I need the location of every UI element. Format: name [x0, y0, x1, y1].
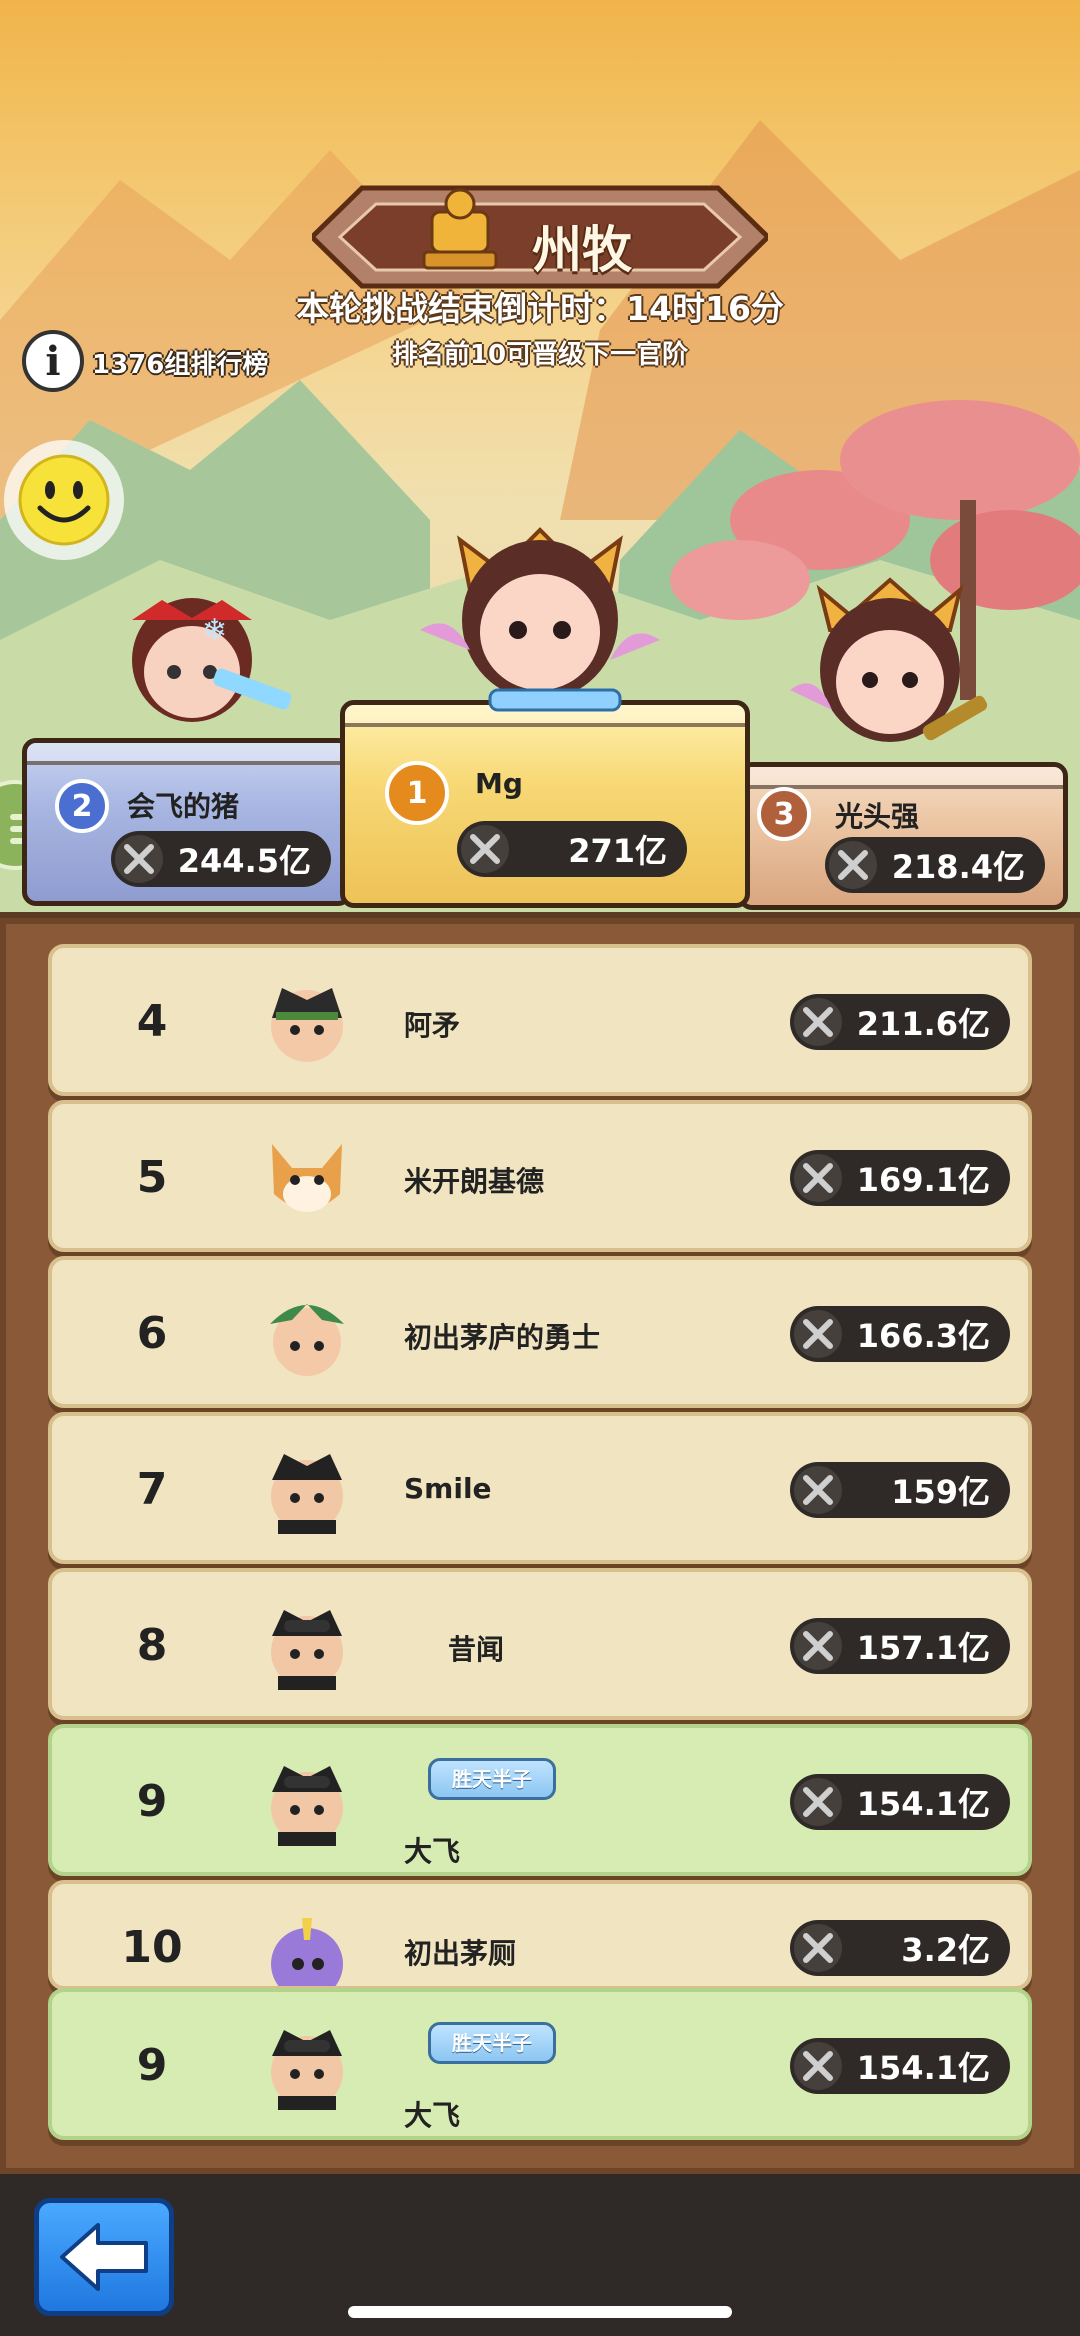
- power-pill: 154.1亿: [790, 2038, 1010, 2094]
- power-pill: 271亿: [457, 821, 687, 877]
- ranking-row[interactable]: 6 初出茅庐的勇士 166.3亿: [48, 1256, 1032, 1408]
- crossed-swords-icon: [794, 1466, 842, 1514]
- power-value: 157.1亿: [856, 1629, 990, 1667]
- rank-title: 州牧: [532, 221, 632, 279]
- countdown-text: 本轮挑战结束倒计时：14时16分: [296, 289, 784, 328]
- back-button[interactable]: [34, 2198, 174, 2316]
- podium-rank-3[interactable]: 3 光头强 218.4亿: [738, 762, 1068, 910]
- player-name: 会飞的猪: [127, 790, 240, 823]
- player-avatar: [271, 1918, 343, 1986]
- crossed-swords-icon: [794, 998, 842, 1046]
- crossed-swords-icon: [794, 1924, 842, 1972]
- power-pill: 244.5亿: [111, 831, 331, 887]
- power-value: 166.3亿: [856, 1317, 990, 1355]
- power-pill: 154.1亿: [790, 1774, 1010, 1830]
- rank-number: 6: [136, 1308, 168, 1359]
- power-value: 154.1亿: [856, 1785, 990, 1823]
- power-value: 271亿: [568, 832, 667, 870]
- crossed-swords-icon: [115, 835, 163, 883]
- character-rank-1: [420, 527, 660, 712]
- info-icon[interactable]: i: [22, 330, 84, 392]
- rank-number: 7: [136, 1464, 168, 1515]
- rank-number: 5: [136, 1152, 168, 1203]
- rank-number: 10: [121, 1922, 183, 1973]
- power-value: 154.1亿: [856, 2049, 990, 2087]
- crossed-swords-icon: [794, 1778, 842, 1826]
- rank-title-plaque: 州牧: [308, 182, 772, 292]
- power-value: 211.6亿: [856, 1005, 990, 1043]
- player-avatar: [271, 1610, 343, 1690]
- power-value: 3.2亿: [901, 1931, 990, 1969]
- power-value: 169.1亿: [856, 1161, 990, 1199]
- power-pill: 3.2亿: [790, 1920, 1010, 1976]
- player-name: 初出茅庐的勇士: [404, 1321, 601, 1354]
- player-name: 初出茅厕: [404, 1937, 517, 1970]
- rank-medal-3: 3: [757, 787, 811, 841]
- player-avatar: [271, 1454, 343, 1534]
- power-pill: 211.6亿: [790, 994, 1010, 1050]
- crossed-swords-icon: [794, 2042, 842, 2090]
- rank-number: 8: [136, 1620, 168, 1671]
- ranking-list[interactable]: 4 阿矛 211.6亿 5 米开朗基德 169.1亿 6 初出茅庐的勇士 166…: [0, 912, 1080, 2174]
- player-name: 阿矛: [404, 1009, 461, 1042]
- power-pill: 166.3亿: [790, 1306, 1010, 1362]
- ranking-row[interactable]: 7 Smile 159亿: [48, 1412, 1032, 1564]
- home-indicator[interactable]: [348, 2306, 732, 2318]
- back-arrow-icon: [60, 2223, 148, 2291]
- player-name: 米开朗基德: [404, 1165, 545, 1198]
- power-value: 244.5亿: [177, 842, 311, 880]
- ranking-row[interactable]: 10 初出茅厕 3.2亿: [48, 1880, 1032, 1990]
- power-pill: 169.1亿: [790, 1150, 1010, 1206]
- rank-number: 4: [136, 996, 168, 1047]
- svg-text:❄: ❄: [202, 613, 227, 648]
- power-value: 159亿: [891, 1473, 990, 1511]
- player-name: Mg: [475, 767, 523, 800]
- player-name: 昔闻: [448, 1633, 505, 1666]
- player-avatar: [271, 988, 343, 1062]
- crossed-swords-icon: [829, 841, 877, 889]
- player-name: Smile: [404, 1472, 492, 1505]
- smiley-icon[interactable]: [4, 440, 124, 560]
- rank-medal-2: 2: [55, 779, 109, 833]
- rank-number: 9: [136, 1776, 168, 1827]
- title-badge: 胜天半子: [428, 2022, 556, 2064]
- player-name: 光头强: [835, 800, 920, 833]
- ranking-row[interactable]: 5 米开朗基德 169.1亿: [48, 1100, 1032, 1252]
- power-pill: 157.1亿: [790, 1618, 1010, 1674]
- ranking-row[interactable]: 8 昔闻 157.1亿: [48, 1568, 1032, 1720]
- title-badge: 胜天半子: [428, 1758, 556, 1800]
- rank-number: 9: [136, 2040, 168, 2091]
- player-avatar: [272, 1144, 342, 1212]
- player-avatar: [270, 1304, 344, 1376]
- player-avatar: [271, 2030, 343, 2110]
- bottom-bar: [0, 2174, 1080, 2336]
- power-pill: 159亿: [790, 1462, 1010, 1518]
- power-pill: 218.4亿: [825, 837, 1045, 893]
- crossed-swords-icon: [794, 1622, 842, 1670]
- podium-scene: 州牧 本轮挑战结束倒计时：14时16分 排名前10可晋级下一官阶 i 1376组…: [0, 0, 1080, 920]
- ranking-row[interactable]: 4 阿矛 211.6亿: [48, 944, 1032, 1096]
- podium-rank-2[interactable]: 2 会飞的猪 244.5亿: [22, 738, 352, 906]
- character-rank-2: ❄: [132, 598, 292, 722]
- my-rank-row[interactable]: 9 胜天半子 大飞 154.1亿: [48, 1988, 1032, 2140]
- player-avatar: [271, 1766, 343, 1846]
- group-label: 1376组排行榜: [92, 350, 269, 380]
- character-rank-3: [790, 577, 988, 742]
- crossed-swords-icon: [461, 825, 509, 873]
- rank-medal-1: 1: [385, 761, 449, 825]
- ranking-row-self[interactable]: 9 胜天半子 大飞 154.1亿: [48, 1724, 1032, 1876]
- power-value: 218.4亿: [891, 848, 1025, 886]
- player-name: 大飞: [404, 2099, 461, 2132]
- crossed-swords-icon: [794, 1154, 842, 1202]
- crossed-swords-icon: [794, 1310, 842, 1358]
- podium-rank-1[interactable]: 1 Mg 271亿: [340, 700, 750, 908]
- player-name: 大飞: [404, 1835, 461, 1868]
